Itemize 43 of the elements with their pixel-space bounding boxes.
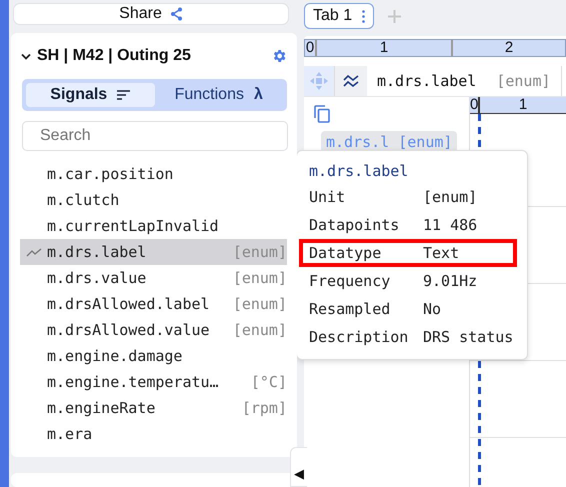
lambda-symbol: λ: [254, 86, 263, 104]
property-label: Unit: [309, 188, 346, 206]
signal-item[interactable]: m.drsAllowed.value [enum]: [20, 317, 287, 343]
search-field[interactable]: Search: [22, 121, 288, 151]
signal-item[interactable]: m.clutch: [20, 187, 287, 213]
property-label: Description: [309, 328, 410, 346]
property-label: Frequency: [309, 272, 392, 290]
dataset-title: SH | M42 | Outing 25: [37, 47, 192, 65]
line-chart-icon: [26, 248, 42, 256]
mode-tab[interactable]: Functions λ: [154, 83, 283, 107]
signal-item[interactable]: m.drsAllowed.label [enum]: [20, 291, 287, 317]
property-value: [enum]: [423, 188, 478, 206]
copy-icon[interactable]: [314, 105, 330, 123]
share-button[interactable]: Share: [13, 3, 289, 25]
signal-item[interactable]: m.drs.value [enum]: [20, 265, 287, 291]
property-value: Text: [423, 244, 460, 262]
collapse-handle[interactable]: ◀: [290, 447, 307, 487]
tab[interactable]: Tab 1: [304, 3, 374, 29]
signal-item[interactable]: m.currentLapInvalid: [20, 213, 287, 239]
property-value: 9.01Hz: [423, 272, 478, 290]
signal-item[interactable]: m.drs.label [enum]: [20, 239, 287, 265]
property-value: DRS status: [423, 328, 514, 346]
signal-header: m.drs.label [enum]: [367, 66, 562, 96]
signal-item[interactable]: m.car.position: [20, 161, 287, 187]
signal-item[interactable]: m.engineRate [rpm]: [20, 395, 287, 421]
signal-item[interactable]: m.era: [20, 421, 287, 447]
property-label: Resampled: [309, 300, 392, 318]
settings-icon[interactable]: [271, 48, 287, 64]
sort-icon: [117, 90, 130, 100]
more-icon[interactable]: [362, 10, 366, 22]
time-ruler: 0 1: [470, 97, 566, 114]
property-label: Datatype: [309, 244, 382, 262]
property-value: 11 486: [423, 216, 478, 234]
time-ruler: 0 1 2: [304, 39, 566, 57]
wave-icon[interactable]: [343, 75, 359, 87]
tooltip-title: m.drs.label: [308, 161, 410, 182]
property-label: Datapoints: [309, 216, 400, 234]
property-value: No: [423, 300, 442, 318]
signal-item[interactable]: m.engine.damage: [20, 343, 287, 369]
mode-tab[interactable]: Signals: [26, 83, 154, 107]
signal-item[interactable]: m.engine.temperatu… [°C]: [20, 369, 287, 395]
chevron-icon[interactable]: [21, 52, 31, 60]
share-icon: [170, 7, 183, 21]
